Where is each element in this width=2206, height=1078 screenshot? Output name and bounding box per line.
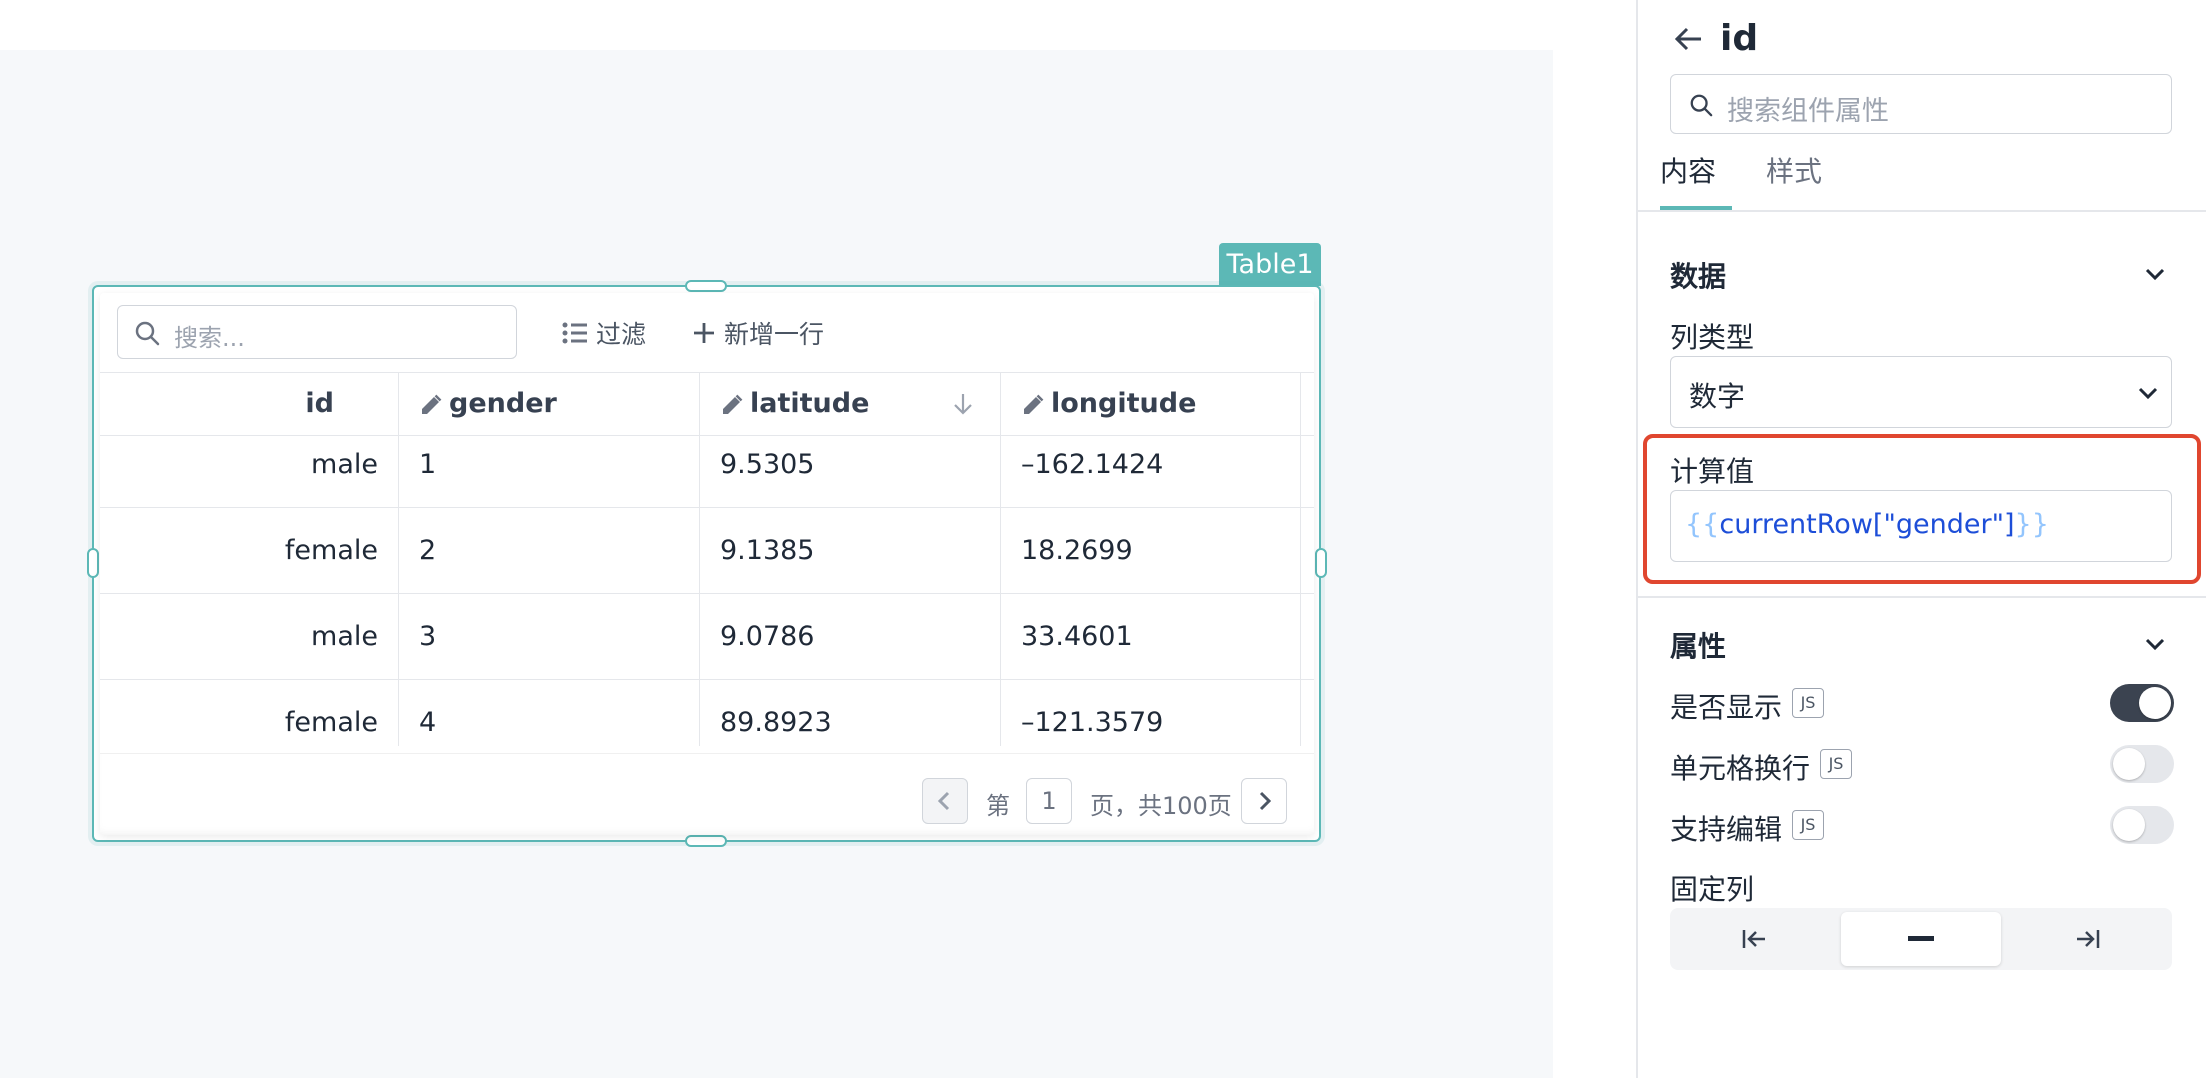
table-row[interactable]: male 3 9.0786 33.4601	[100, 594, 1314, 680]
tab-style[interactable]: 样式	[1766, 150, 1822, 190]
resize-handle-bottom[interactable]	[685, 835, 727, 847]
chevron-left-icon	[937, 791, 950, 811]
arrow-left-icon[interactable]	[1674, 26, 1704, 52]
search-icon	[1690, 94, 1713, 117]
highlight-annotation	[1643, 434, 2201, 584]
visible-toggle[interactable]	[2110, 684, 2174, 722]
table-row[interactable]: male 1 9.5305 –162.1424	[100, 436, 1314, 508]
pin-left-icon	[1742, 930, 1765, 948]
pencil-icon	[723, 394, 743, 414]
divider	[1638, 210, 2206, 212]
resize-handle-top[interactable]	[685, 280, 727, 292]
pencil-icon	[1024, 394, 1044, 414]
fixed-none-option[interactable]	[1841, 912, 2001, 966]
fixed-column-label: 固定列	[1670, 873, 1755, 906]
column-header-label: id	[305, 388, 334, 419]
toggle-knob	[2113, 748, 2145, 780]
pin-right-icon	[2077, 930, 2100, 948]
chevron-down-icon[interactable]	[2144, 266, 2166, 282]
widget-name-tag[interactable]: Table1	[1219, 243, 1321, 286]
table-pagination: 第 1 页，共100页	[100, 753, 1314, 835]
table-row[interactable]: female 2 9.1385 18.2699	[100, 508, 1314, 594]
cell-gender[interactable]: 4	[399, 680, 700, 746]
fixed-right-option[interactable]	[2008, 912, 2168, 966]
cell-latitude[interactable]: 9.5305	[700, 436, 1001, 507]
props-section-title[interactable]: 属性	[1670, 625, 1726, 665]
toggle-knob	[2113, 809, 2145, 841]
table-component: 搜索... 过滤 新增一行 id gender latitude longitu…	[100, 293, 1314, 835]
cell-id[interactable]: male	[100, 436, 399, 507]
property-search-input[interactable]: 搜索组件属性	[1670, 74, 2172, 134]
table-body: male 1 9.5305 –162.1424 female 2 9.1385 …	[100, 436, 1314, 746]
table-search-input[interactable]: 搜索...	[117, 305, 517, 359]
data-section-title[interactable]: 数据	[1670, 255, 1726, 295]
prop-cell-wrap: 单元格换行 JS	[1670, 745, 2174, 787]
tab-content[interactable]: 内容	[1660, 150, 1716, 190]
column-type-value: 数字	[1689, 380, 1746, 413]
column-header-longitude[interactable]: longitude	[1001, 373, 1301, 435]
filter-button[interactable]: 过滤	[562, 315, 646, 351]
prop-visible: 是否显示 JS	[1670, 684, 2174, 726]
cell-latitude[interactable]: 9.0786	[700, 594, 1001, 679]
chevron-down-icon	[2138, 387, 2158, 400]
column-header-label: latitude	[750, 388, 870, 419]
plus-icon	[694, 323, 714, 343]
property-search-placeholder: 搜索组件属性	[1727, 96, 1889, 127]
divider	[1638, 596, 2206, 598]
toggle-knob	[2139, 687, 2171, 719]
cell-longitude[interactable]: –121.3579	[1001, 680, 1301, 746]
cell-longitude[interactable]: 18.2699	[1001, 508, 1301, 593]
table-search-placeholder: 搜索...	[174, 324, 245, 352]
js-badge[interactable]: JS	[1792, 810, 1824, 840]
cell-id[interactable]: female	[100, 508, 399, 593]
cell-id[interactable]: female	[100, 680, 399, 746]
column-type-label: 列类型	[1670, 321, 1755, 354]
cell-gender[interactable]: 1	[399, 436, 700, 507]
prev-page-button[interactable]	[922, 778, 968, 824]
prop-editable: 支持编辑 JS	[1670, 806, 2174, 848]
editable-toggle[interactable]	[2110, 806, 2174, 844]
chevron-down-icon[interactable]	[2144, 636, 2166, 652]
table-toolbar: 搜索... 过滤 新增一行	[100, 293, 1314, 372]
cell-latitude[interactable]: 9.1385	[700, 508, 1001, 593]
filter-list-icon	[562, 322, 587, 344]
prop-label: 是否显示	[1670, 691, 1783, 724]
column-header-id[interactable]: id	[100, 373, 399, 435]
cell-longitude[interactable]: 33.4601	[1001, 594, 1301, 679]
prop-label: 单元格换行	[1670, 752, 1811, 785]
chevron-right-icon	[1259, 791, 1272, 811]
pencil-icon	[422, 394, 442, 414]
column-type-select[interactable]: 数字	[1670, 356, 2172, 428]
fixed-left-option[interactable]	[1674, 912, 1834, 966]
table-header: id gender latitude longitude	[100, 372, 1314, 436]
cell-id[interactable]: male	[100, 594, 399, 679]
page-suffix: 页，共100页	[1090, 792, 1232, 820]
search-icon	[135, 321, 160, 346]
cell-gender[interactable]: 2	[399, 508, 700, 593]
column-header-label: longitude	[1051, 388, 1197, 419]
resize-handle-right[interactable]	[1315, 548, 1327, 578]
page-prefix: 第	[986, 792, 1010, 820]
sort-descending-icon[interactable]	[952, 392, 974, 416]
js-badge[interactable]: JS	[1820, 749, 1852, 779]
cell-latitude[interactable]: 89.8923	[700, 680, 1001, 746]
page-number-input[interactable]: 1	[1026, 778, 1072, 824]
panel-title: id	[1720, 18, 1759, 59]
minus-icon	[1908, 936, 1934, 941]
column-header-label: gender	[449, 388, 557, 419]
add-row-label: 新增一行	[724, 320, 825, 349]
column-header-latitude[interactable]: latitude	[700, 373, 1001, 435]
resize-handle-left[interactable]	[87, 548, 99, 578]
column-header-gender[interactable]: gender	[399, 373, 700, 435]
cell-longitude[interactable]: –162.1424	[1001, 436, 1301, 507]
cell-wrap-toggle[interactable]	[2110, 745, 2174, 783]
fixed-column-segmented	[1670, 908, 2172, 970]
js-badge[interactable]: JS	[1792, 688, 1824, 718]
filter-label: 过滤	[596, 320, 647, 349]
add-row-button[interactable]: 新增一行	[692, 315, 824, 351]
next-page-button[interactable]	[1241, 778, 1287, 824]
prop-label: 支持编辑	[1670, 813, 1783, 846]
table-row[interactable]: female 4 89.8923 –121.3579	[100, 680, 1314, 746]
cell-gender[interactable]: 3	[399, 594, 700, 679]
